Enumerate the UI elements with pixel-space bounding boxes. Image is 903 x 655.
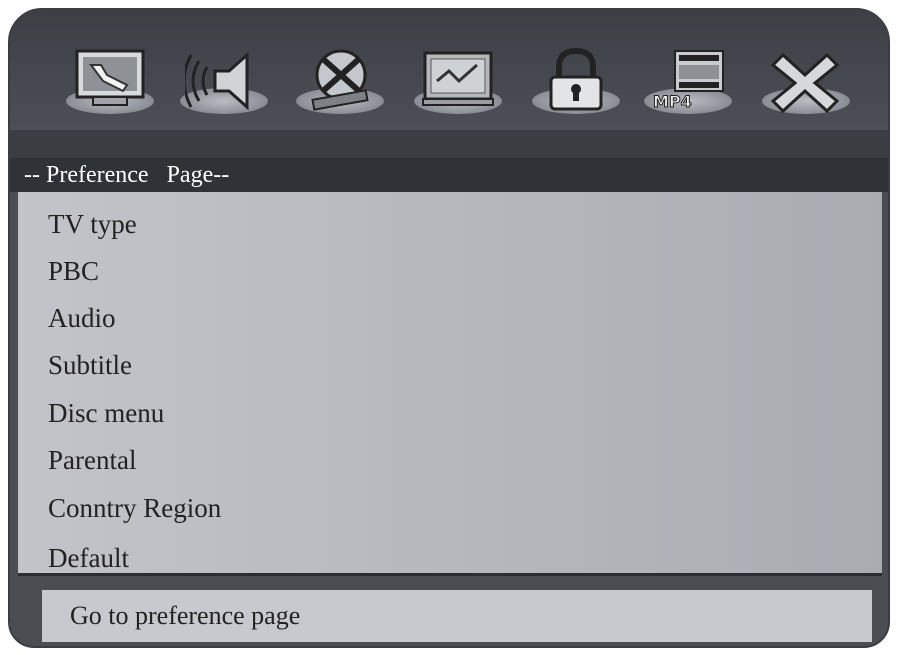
menu-item-pbc[interactable]: PBC [48,255,99,287]
menu-item-default[interactable]: Default [48,542,129,573]
exit-icon [767,47,845,118]
setup-toolbar: MP4 [10,10,888,130]
tab-audio-setup[interactable] [176,32,272,118]
tab-video-setup[interactable] [292,32,388,118]
menu-item-parental[interactable]: Parental [48,444,136,476]
password-setup-icon [537,47,615,118]
menu-item-disc-menu[interactable]: Disc menu [48,397,164,429]
tab-exit[interactable] [758,32,854,118]
preference-menu-list: TV type PBC Audio Subtitle Disc menu Par… [18,192,882,576]
menu-item-subtitle[interactable]: Subtitle [48,349,132,381]
preference-setup-icon [419,47,497,118]
general-setup-icon [71,47,149,118]
status-bar: Go to preference page [10,585,888,646]
tab-mp4-setup[interactable]: MP4 [640,32,736,118]
setup-menu-window: MP4 -- Preference Page-- TV type PBC Aud… [8,8,890,648]
menu-item-tv-type[interactable]: TV type [48,208,137,240]
menu-item-audio[interactable]: Audio [48,302,116,334]
tab-preference-setup[interactable] [410,32,506,118]
video-setup-icon [301,47,379,118]
toolbar-divider [10,130,888,158]
tab-general-setup[interactable] [62,32,158,118]
svg-text:MP4: MP4 [653,92,692,111]
tab-password-setup[interactable] [528,32,624,118]
page-title: -- Preference Page-- [10,158,888,192]
status-text: Go to preference page [42,590,872,642]
audio-setup-icon [182,47,263,118]
menu-item-country-region[interactable]: Conntry Region [48,492,221,524]
mp4-setup-icon: MP4 [649,47,727,118]
